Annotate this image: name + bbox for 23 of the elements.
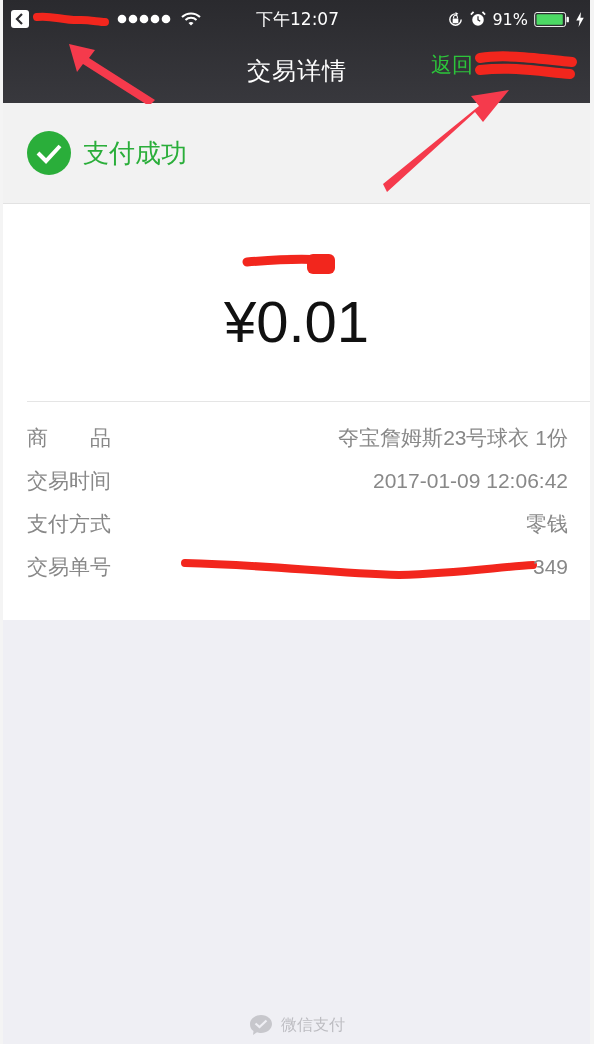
check-icon	[27, 131, 71, 175]
wechat-pay-icon	[248, 1014, 273, 1036]
payment-status: 支付成功	[83, 136, 187, 170]
rotation-lock-icon	[447, 10, 465, 28]
status-time: 下午12:07	[256, 7, 339, 31]
detail-label: 交易时间	[27, 467, 111, 495]
wifi-icon	[181, 12, 201, 26]
detail-label: 支付方式	[27, 510, 111, 538]
detail-label: 交易单号	[27, 553, 111, 581]
back-icon[interactable]	[11, 10, 29, 28]
alarm-icon	[470, 11, 487, 27]
detail-value: 夺宝詹姆斯23号球衣 1份	[338, 424, 568, 451]
back-link[interactable]: 返回	[431, 51, 473, 79]
amount: ¥0.01	[222, 288, 371, 356]
charging-icon	[576, 11, 584, 27]
detail-value: 2017-01-09 12:06:42	[373, 468, 568, 493]
detail-label: 商 品	[27, 424, 111, 452]
detail-value: 零钱	[526, 510, 568, 537]
detail-value: 349	[532, 554, 568, 579]
signal-icon	[117, 14, 173, 24]
battery-percent: 91%	[492, 9, 528, 29]
battery-icon	[534, 11, 570, 27]
page-title: 交易详情	[246, 55, 347, 87]
